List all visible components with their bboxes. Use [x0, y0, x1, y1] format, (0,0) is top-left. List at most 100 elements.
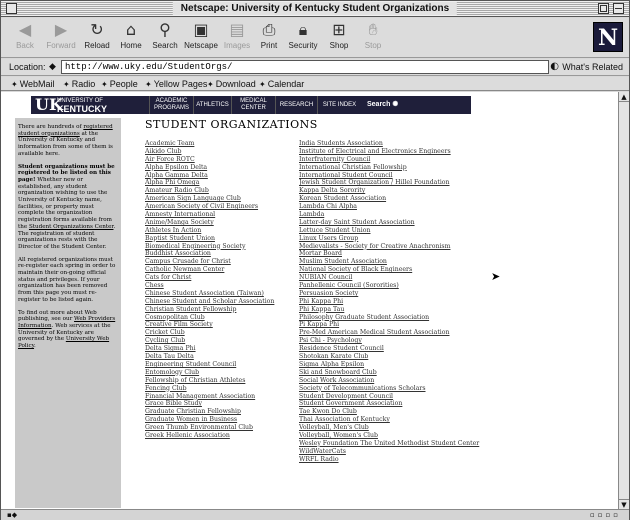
- nav-site-index[interactable]: SITE INDEX: [317, 96, 361, 114]
- org-link[interactable]: Anime/Manga Society: [145, 219, 295, 227]
- netscape-logo[interactable]: N: [593, 22, 623, 52]
- org-link[interactable]: Korean Student Association: [299, 195, 509, 203]
- scroll-up-icon[interactable]: ▲: [619, 92, 629, 102]
- org-link[interactable]: National Society of Black Engineers: [299, 266, 509, 274]
- student-org-center-link[interactable]: Student Organizations Center: [29, 224, 114, 230]
- org-link[interactable]: Cricket Club: [145, 329, 295, 337]
- org-link[interactable]: Persuasion Society: [299, 290, 509, 298]
- org-link[interactable]: Cosmopolitan Club: [145, 314, 295, 322]
- collapse-box[interactable]: [613, 3, 624, 14]
- org-link[interactable]: Greek Hellenic Association: [145, 432, 295, 440]
- org-link[interactable]: Student Development Council: [299, 393, 509, 401]
- org-link[interactable]: Athletes In Action: [145, 227, 295, 235]
- search-button[interactable]: ⚲ Search: [147, 20, 183, 56]
- org-link[interactable]: Campus Crusade for Christ: [145, 258, 295, 266]
- org-link[interactable]: Philosophy Graduate Student Association: [299, 314, 509, 322]
- org-link[interactable]: Catholic Newman Center: [145, 266, 295, 274]
- org-link[interactable]: Fellowship of Christian Athletes: [145, 377, 295, 385]
- org-link[interactable]: Pre-Med American Medical Student Associa…: [299, 329, 509, 337]
- org-link[interactable]: Creative Film Society: [145, 321, 295, 329]
- nav-research[interactable]: RESEARCH: [275, 96, 317, 114]
- org-link[interactable]: WRFL Radio: [299, 456, 509, 464]
- org-link[interactable]: Green Thumb Environmental Club: [145, 424, 295, 432]
- org-link[interactable]: Muslim Student Association: [299, 258, 509, 266]
- security-button[interactable]: 🔒︎ Security: [285, 20, 321, 56]
- org-link[interactable]: Delta Tau Delta: [145, 353, 295, 361]
- personal-item-yellow-pages[interactable]: ✦ Yellow Pages: [145, 79, 207, 89]
- personal-item-radio[interactable]: ✦ Radio: [63, 79, 95, 89]
- close-box[interactable]: [6, 3, 17, 14]
- org-link[interactable]: Lambda: [299, 211, 509, 219]
- org-link[interactable]: Thai Association of Kentucky: [299, 416, 509, 424]
- org-link[interactable]: Academic Team: [145, 140, 295, 148]
- org-link[interactable]: Phi Kappa Tau: [299, 306, 509, 314]
- org-link[interactable]: Student Government Association: [299, 400, 509, 408]
- org-link[interactable]: Institute of Electrical and Electronics …: [299, 148, 509, 156]
- org-link[interactable]: Alpha Gamma Delta: [145, 172, 295, 180]
- org-link[interactable]: Volleyball, Men's Club: [299, 424, 509, 432]
- org-link[interactable]: Air Force ROTC: [145, 156, 295, 164]
- forward-button[interactable]: ▶ Forward: [43, 20, 79, 56]
- related-icon[interactable]: ◐: [550, 61, 559, 72]
- org-link[interactable]: American Society of Civil Engineers: [145, 203, 295, 211]
- org-link[interactable]: International Student Council: [299, 172, 509, 180]
- org-link[interactable]: Graduate Christian Fellowship: [145, 408, 295, 416]
- org-link[interactable]: Fencing Club: [145, 385, 295, 393]
- title-bar[interactable]: Netscape: University of Kentucky Student…: [1, 1, 629, 17]
- org-link[interactable]: Medievalists - Society for Creative Anac…: [299, 243, 509, 251]
- org-link[interactable]: Grace Bible Study: [145, 400, 295, 408]
- nav-medical-center[interactable]: MEDICAL CENTER: [231, 96, 275, 114]
- org-link[interactable]: Tae Kwon Do Club: [299, 408, 509, 416]
- org-link[interactable]: Social Work Association: [299, 377, 509, 385]
- org-link[interactable]: Engineering Student Council: [145, 361, 295, 369]
- zoom-box[interactable]: [598, 3, 609, 14]
- org-link[interactable]: Lambda Chi Alpha: [299, 203, 509, 211]
- org-link[interactable]: Pi Kappa Phi: [299, 321, 509, 329]
- org-link[interactable]: Volleyball, Women's Club: [299, 432, 509, 440]
- org-link[interactable]: Panhellenic Council (Sororities): [299, 282, 509, 290]
- org-link[interactable]: Linux Users Group: [299, 235, 509, 243]
- org-link[interactable]: Buddhist Association: [145, 250, 295, 258]
- uk-search-button[interactable]: Search ✺: [367, 96, 398, 114]
- netscape-button[interactable]: ▣ Netscape: [183, 20, 219, 56]
- org-link[interactable]: Latter-day Saint Student Association: [299, 219, 509, 227]
- university-name[interactable]: UNIVERSITY OF KENTUCKY: [57, 98, 107, 114]
- org-link[interactable]: Chinese Student Association (Taiwan): [145, 290, 295, 298]
- org-link[interactable]: Entomology Club: [145, 369, 295, 377]
- org-link[interactable]: Christian Student Fellowship: [145, 306, 295, 314]
- component-tray-icon[interactable]: ▫▫▫▫: [590, 511, 621, 519]
- org-link[interactable]: Delta Sigma Phi: [145, 345, 295, 353]
- bookmark-icon[interactable]: ◆: [49, 62, 56, 72]
- org-link[interactable]: Jewish Student Organization / Hillel Fou…: [299, 179, 509, 187]
- personal-item-people[interactable]: ✦ People: [101, 79, 138, 89]
- scroll-down-icon[interactable]: ▼: [619, 499, 629, 509]
- vertical-scrollbar[interactable]: ▲ ▼: [618, 92, 629, 509]
- org-link[interactable]: Chess: [145, 282, 295, 290]
- nav-athletics[interactable]: ATHLETICS: [193, 96, 231, 114]
- nav-academic-programs[interactable]: ACADEMIC PROGRAMS: [149, 96, 193, 114]
- org-link[interactable]: Society of Telecommunications Scholars: [299, 385, 509, 393]
- org-link[interactable]: Chinese Student and Scholar Association: [145, 298, 295, 306]
- org-link[interactable]: Baptist Student Union: [145, 235, 295, 243]
- org-link[interactable]: Interfraternity Council: [299, 156, 509, 164]
- org-link[interactable]: Biomedical Engineering Society: [145, 243, 295, 251]
- back-button[interactable]: ◀ Back: [7, 20, 43, 56]
- org-link[interactable]: Lettuce Student Union: [299, 227, 509, 235]
- stop-button[interactable]: ✋︎ Stop: [355, 20, 391, 56]
- org-link[interactable]: Shotokan Karate Club: [299, 353, 509, 361]
- org-link[interactable]: India Students Association: [299, 140, 509, 148]
- url-field[interactable]: http://www.uky.edu/StudentOrgs/: [61, 60, 549, 74]
- org-link[interactable]: American Sign Language Club: [145, 195, 295, 203]
- whats-related-button[interactable]: What's Related: [562, 62, 623, 72]
- org-link[interactable]: Kappa Delta Sorority: [299, 187, 509, 195]
- org-link[interactable]: Wesley Foundation The United Methodist S…: [299, 440, 509, 448]
- org-link[interactable]: Mortar Board: [299, 250, 509, 258]
- org-link[interactable]: Amnesty International: [145, 211, 295, 219]
- org-link[interactable]: Ski and Snowboard Club: [299, 369, 509, 377]
- org-link[interactable]: Alpha Phi Omega: [145, 179, 295, 187]
- org-link[interactable]: Amateur Radio Club: [145, 187, 295, 195]
- org-link[interactable]: Cycling Club: [145, 337, 295, 345]
- org-link[interactable]: Graduate Women in Business: [145, 416, 295, 424]
- org-link[interactable]: Financial Management Association: [145, 393, 295, 401]
- security-status-icon[interactable]: ▪◆: [7, 511, 17, 519]
